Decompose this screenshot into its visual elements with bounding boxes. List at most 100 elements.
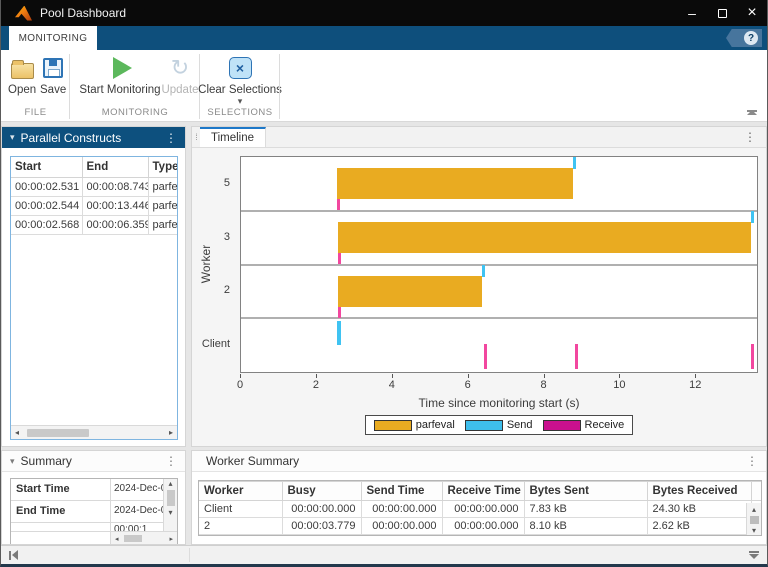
x-tick-label: 12: [689, 379, 702, 391]
minimize-button[interactable]: –: [677, 0, 707, 26]
toolstrip-group-monitoring: Start Monitoring ↻ Update MONITORING: [70, 50, 200, 121]
panel-menu-icon[interactable]: ⋮: [165, 454, 177, 468]
maximize-button[interactable]: [707, 0, 737, 26]
summary-table[interactable]: Start Time 2024-Dec-02 End Time 2024-Dec…: [10, 478, 178, 544]
scroll-right-icon[interactable]: ▸: [165, 428, 177, 437]
timeline-tab-bar: ⁞ Timeline ⋮: [192, 127, 766, 148]
parfeval-bar[interactable]: [338, 275, 483, 307]
send-event-tick[interactable]: [751, 210, 755, 223]
receive-event-tick[interactable]: [337, 252, 341, 264]
x-axis-ticks: 0 2 4 6 8 10 12: [237, 373, 758, 395]
receive-event-tick[interactable]: [483, 344, 487, 370]
parallel-constructs-table[interactable]: Start End Type 00:00:02.531 00:00:08.743…: [10, 156, 178, 440]
scrollbar-thumb[interactable]: [27, 428, 90, 437]
chart-legend: parfeval Send Receive: [364, 415, 634, 435]
horizontal-scrollbar[interactable]: ◂ ▸: [11, 532, 177, 544]
collapse-bottom-panel-button[interactable]: [749, 551, 759, 559]
start-monitoring-button[interactable]: Start Monitoring: [78, 55, 162, 96]
scroll-left-icon[interactable]: ◂: [11, 428, 23, 437]
horizontal-scrollbar[interactable]: ◂ ▸: [11, 425, 177, 439]
vertical-scrollbar[interactable]: ▴ ▾: [163, 479, 177, 531]
group-label-file: FILE: [24, 107, 47, 118]
scrollbar-thumb[interactable]: [749, 516, 759, 524]
y-axis-labels: 5 3 2 Client: [192, 156, 236, 373]
parfeval-bar[interactable]: [337, 168, 573, 199]
panel-menu-icon[interactable]: ⋮: [165, 131, 177, 145]
tab-monitoring[interactable]: MONITORING: [9, 26, 97, 50]
toolstrip: Open Save FILE Start Monitoring ↻ Update…: [1, 50, 767, 122]
update-button[interactable]: ↻ Update: [161, 55, 198, 97]
worker-summary-table[interactable]: Worker Busy Send Time Receive Time Bytes…: [198, 480, 762, 536]
title-bar: Pool Dashboard – ×: [1, 0, 767, 26]
collapse-panel-icon[interactable]: ▾: [10, 456, 15, 467]
timeline-plot-area[interactable]: [240, 156, 758, 373]
table-header-row: Start End Type: [11, 157, 177, 178]
drag-handle-icon[interactable]: ⁞: [192, 127, 200, 147]
x-tick-mark: [619, 374, 621, 378]
scroll-left-icon[interactable]: ◂: [111, 535, 123, 543]
dropdown-caret-icon[interactable]: ▾: [238, 97, 243, 106]
scroll-up-icon[interactable]: ▴: [168, 479, 172, 488]
scroll-right-icon[interactable]: ▸: [165, 535, 177, 543]
parallel-constructs-header: ▾ Parallel Constructs ⋮: [2, 127, 185, 148]
table-row[interactable]: 2 00:00:03.779 00:00:00.000 00:00:00.000…: [199, 517, 761, 535]
legend-label: Send: [506, 419, 533, 431]
send-event-tick[interactable]: [572, 157, 576, 169]
open-button[interactable]: Open: [8, 55, 36, 96]
x-tick-label: 4: [388, 379, 395, 391]
table-row[interactable]: Start Time 2024-Dec-02: [11, 479, 177, 501]
receive-event-tick[interactable]: [574, 344, 578, 370]
receive-event-tick[interactable]: [751, 344, 755, 370]
save-button[interactable]: Save: [40, 55, 66, 96]
panel-menu-icon[interactable]: ⋮: [746, 454, 758, 468]
scroll-up-icon[interactable]: ▴: [752, 505, 756, 514]
x-tick-label: 8: [540, 379, 547, 391]
minimize-icon: –: [688, 5, 696, 21]
group-label-selections: SELECTIONS: [207, 107, 273, 118]
table-row[interactable]: 00:00:1: [11, 523, 177, 532]
receive-event-tick[interactable]: [337, 199, 341, 210]
collapse-panel-icon[interactable]: ▾: [10, 132, 15, 143]
receive-event-tick[interactable]: [338, 306, 342, 318]
send-event-tick[interactable]: [482, 264, 486, 277]
worker-summary-header: Worker Summary ⋮: [192, 451, 766, 472]
save-icon: [43, 58, 64, 78]
maximize-icon: [717, 8, 727, 18]
table-header-row: Worker Busy Send Time Receive Time Bytes…: [199, 481, 761, 501]
table-row[interactable]: 00:00:02.531 00:00:08.743 parfeval: [11, 177, 177, 197]
x-tick-mark: [315, 374, 317, 378]
collapse-left-panel-button[interactable]: [9, 550, 18, 560]
panel-menu-icon[interactable]: ⋮: [744, 130, 756, 144]
legend-item[interactable]: Send: [464, 419, 533, 431]
panel-title: Parallel Constructs: [20, 130, 122, 145]
tab-timeline[interactable]: Timeline: [200, 127, 266, 147]
parfeval-bar[interactable]: [337, 221, 752, 253]
send-event-tick[interactable]: [337, 321, 342, 346]
table-row[interactable]: End Time 2024-Dec-02: [11, 501, 177, 523]
table-row[interactable]: Client 00:00:00.000 00:00:00.000 00:00:0…: [199, 500, 761, 518]
scrollbar-thumb[interactable]: [166, 490, 175, 506]
close-button[interactable]: ×: [737, 0, 767, 26]
folder-icon: [10, 59, 34, 79]
legend-swatch: [373, 419, 412, 431]
worker-row-separator: [241, 263, 757, 266]
toolstrip-group-selections: × Clear Selections ▾ SELECTIONS: [198, 50, 282, 121]
scroll-down-icon[interactable]: ▾: [168, 508, 172, 517]
panel-title: Summary: [20, 454, 72, 468]
table-row[interactable]: 00:00:02.568 00:00:06.359 parfeval: [11, 215, 177, 235]
x-tick-mark: [467, 374, 469, 378]
help-button[interactable]: ?: [726, 29, 762, 47]
clear-selections-button[interactable]: × Clear Selections ▾: [198, 55, 282, 106]
vertical-scrollbar[interactable]: ▴ ▾: [746, 503, 761, 535]
play-icon: [112, 57, 132, 79]
scroll-down-icon[interactable]: ▾: [752, 526, 756, 535]
collapse-toolstrip-button[interactable]: [745, 110, 759, 115]
summary-panel: ▾ Summary ⋮ Start Time 2024-Dec-02 End T…: [1, 450, 186, 545]
x-tick-mark: [543, 374, 545, 378]
legend-item[interactable]: parfeval: [373, 419, 455, 431]
scrollbar-thumb[interactable]: [123, 535, 142, 542]
group-label-monitoring: MONITORING: [101, 107, 169, 118]
table-row[interactable]: 00:00:02.544 00:00:13.446 parfeval: [11, 196, 177, 216]
window-title: Pool Dashboard: [40, 6, 127, 20]
legend-item[interactable]: Receive: [542, 419, 624, 431]
